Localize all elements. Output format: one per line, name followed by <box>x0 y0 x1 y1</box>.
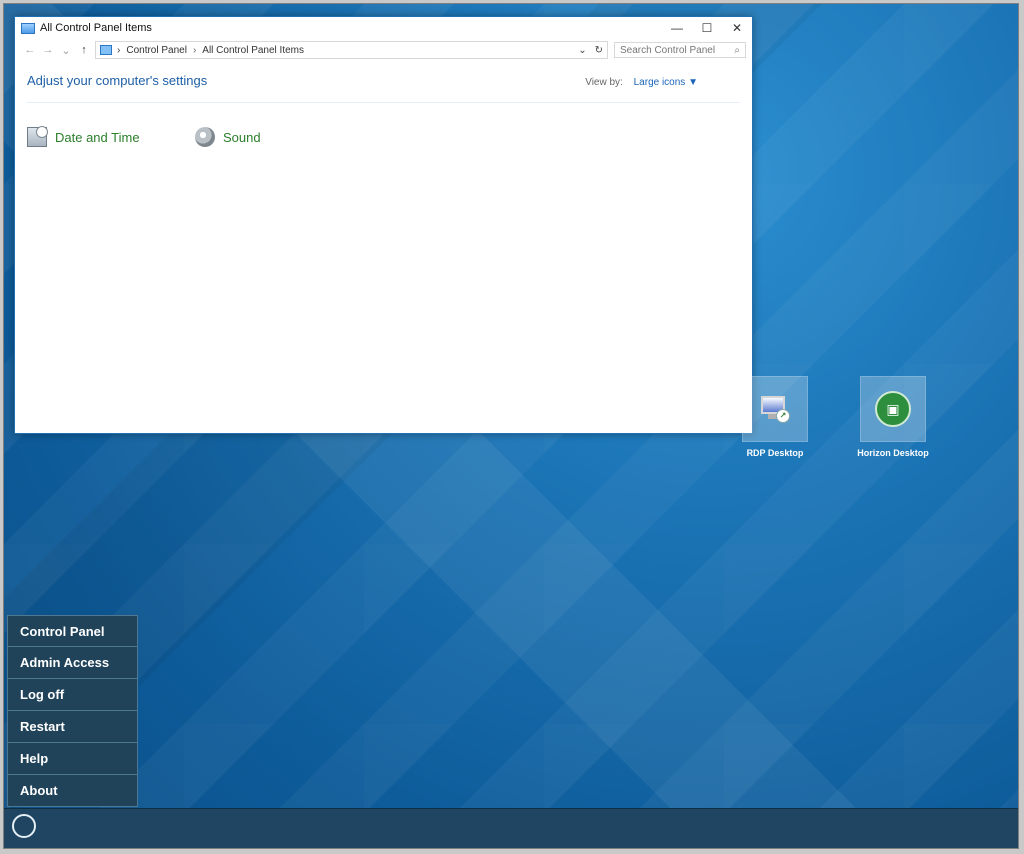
start-menu-item-admin-access[interactable]: Admin Access <box>7 647 138 679</box>
view-by-value: Large icons <box>633 77 686 88</box>
view-by-dropdown[interactable]: Large icons ▼ <box>634 77 698 88</box>
search-icon: ⌕ <box>734 44 740 56</box>
start-menu: Control Panel Admin Access Log off Resta… <box>7 615 138 807</box>
breadcrumb-item-control-panel[interactable]: Control Panel <box>126 45 187 56</box>
forward-icon[interactable]: → <box>39 44 57 56</box>
desktop-icon-label-horizon: Horizon Desktop <box>857 448 929 458</box>
start-menu-item-about[interactable]: About <box>7 775 138 807</box>
item-label-date-time: Date and Time <box>55 129 140 145</box>
breadcrumb-separator: › <box>192 44 197 56</box>
rdp-tile: ↗ <box>742 376 808 442</box>
item-label-sound: Sound <box>223 129 261 145</box>
up-icon[interactable]: ↑ <box>75 44 93 56</box>
start-menu-item-restart[interactable]: Restart <box>7 711 138 743</box>
control-panel-item-date-time[interactable]: Date and Time <box>27 126 140 147</box>
minimize-button[interactable]: — <box>662 17 692 39</box>
address-dropdown-icon[interactable]: ⌄ <box>578 45 586 56</box>
horizon-tile: ▣ <box>860 376 926 442</box>
window-titlebar[interactable]: All Control Panel Items — ☐ ✕ <box>15 17 752 39</box>
horizon-desktop-icon: ▣ <box>875 391 911 427</box>
control-panel-window: All Control Panel Items — ☐ ✕ ← → ⌄ ↑ › … <box>14 16 753 434</box>
control-panel-icon <box>21 22 35 34</box>
refresh-icon[interactable]: ↻ <box>595 45 603 56</box>
address-toolbar: ← → ⌄ ↑ › Control Panel › All Control Pa… <box>15 39 752 61</box>
control-panel-breadcrumb-icon <box>100 45 112 55</box>
taskbar <box>4 808 1018 848</box>
breadcrumb-arrow-icon: › <box>117 44 121 56</box>
control-panel-item-sound[interactable]: Sound <box>195 127 261 147</box>
address-bar[interactable]: › Control Panel › All Control Panel Item… <box>95 41 608 59</box>
screen-frame: All Control Panel Items — ☐ ✕ ← → ⌄ ↑ › … <box>3 3 1019 849</box>
desktop-icon-label-rdp: RDP Desktop <box>746 448 804 458</box>
start-menu-item-control-panel[interactable]: Control Panel <box>7 615 138 647</box>
recent-locations-icon[interactable]: ⌄ <box>57 44 75 57</box>
date-time-icon <box>27 126 48 147</box>
window-title: All Control Panel Items <box>40 22 152 34</box>
desktop-icon-rdp[interactable]: ↗ RDP Desktop <box>735 376 815 458</box>
sound-icon <box>195 127 215 147</box>
close-button[interactable]: ✕ <box>722 17 752 39</box>
view-by-label: View by: <box>585 77 623 88</box>
maximize-button[interactable]: ☐ <box>692 17 722 39</box>
view-by-control: View by: Large icons ▼ <box>585 77 698 88</box>
start-orb-icon[interactable] <box>12 814 36 838</box>
breadcrumb-item-all-items[interactable]: All Control Panel Items <box>202 45 304 56</box>
search-box[interactable]: Search Control Panel ⌕ <box>614 42 746 58</box>
chevron-down-icon: ▼ <box>688 77 698 88</box>
header-divider <box>27 102 740 103</box>
desktop-icon-horizon[interactable]: ▣ Horizon Desktop <box>852 376 934 458</box>
back-icon[interactable]: ← <box>21 44 39 56</box>
search-input[interactable]: Search Control Panel <box>620 45 715 56</box>
page-heading: Adjust your computer's settings <box>27 73 208 88</box>
control-panel-content: Adjust your computer's settings View by:… <box>15 61 752 433</box>
start-menu-item-log-off[interactable]: Log off <box>7 679 138 711</box>
rdp-desktop-icon: ↗ <box>760 395 790 423</box>
start-menu-item-help[interactable]: Help <box>7 743 138 775</box>
